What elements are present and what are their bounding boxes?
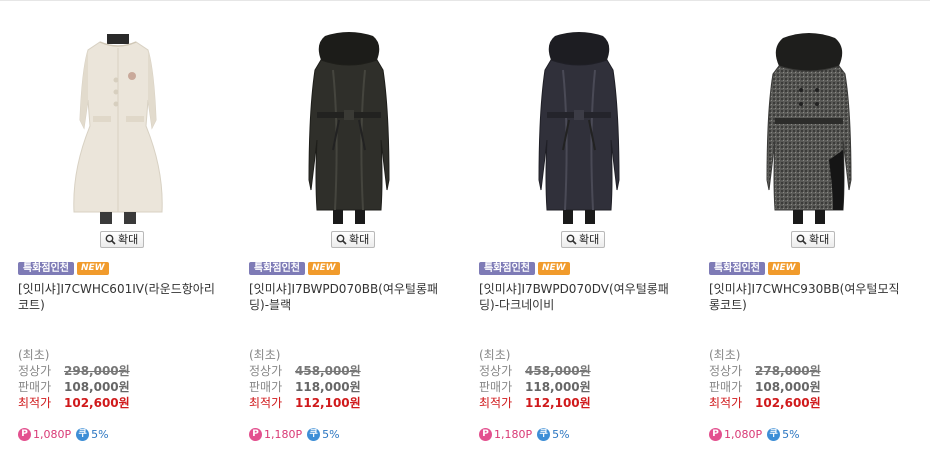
new-badge: NEW	[768, 262, 800, 275]
product-card: 확대 특화점인천 NEW [잇미샤]I7BWPD070BB(여우털롱패딩)-블랙 …	[249, 30, 449, 460]
zoom-label: 확대	[579, 233, 600, 246]
best-price: 112,100원	[295, 396, 361, 410]
badge-row: 특화점인천 NEW	[18, 262, 109, 275]
best-price: 112,100원	[525, 396, 591, 410]
sale-price-label: 판매가	[18, 380, 52, 394]
sale-price-label: 판매가	[479, 380, 513, 394]
best-price: 102,600원	[64, 396, 130, 410]
sale-price-label: 판매가	[709, 380, 743, 394]
benefit-row: P 1,180P 쿠 5%	[249, 428, 340, 442]
best-price-label: 최적가	[249, 396, 283, 410]
point-icon: P	[18, 428, 31, 441]
lowest-note: (최초)	[18, 348, 50, 362]
regular-price: 278,000원	[755, 364, 821, 378]
best-price-label: 최적가	[479, 396, 513, 410]
product-card: 확대 특화점인천 NEW [잇미샤]I7CWHC930BB(여우털모직롱코트) (…	[709, 30, 909, 460]
product-image[interactable]	[269, 30, 429, 226]
coupon-rate: 5%	[91, 428, 109, 441]
product-name-link[interactable]: [잇미샤]I7BWPD070BB(여우털롱패딩)-블랙	[249, 281, 449, 313]
coupon-icon: 쿠	[537, 428, 551, 441]
product-name-link[interactable]: [잇미샤]I7BWPD070DV(여우털롱패딩)-다크네이비	[479, 281, 679, 313]
product-image[interactable]	[38, 30, 198, 226]
new-badge: NEW	[308, 262, 340, 275]
sale-price-label: 판매가	[249, 380, 283, 394]
best-price: 102,600원	[755, 396, 821, 410]
coupon-rate: 5%	[322, 428, 340, 441]
recommend-badge: 특화점인천	[18, 262, 74, 275]
benefit-row: P 1,080P 쿠 5%	[18, 428, 109, 442]
coupon-icon: 쿠	[76, 428, 90, 441]
product-grid: 확대 특화점인천 NEW [잇미샤]I7CWHC601IV(라운드항아리코트) (…	[18, 30, 930, 460]
recommend-badge: 특화점인천	[479, 262, 535, 275]
zoom-button[interactable]: 확대	[100, 231, 145, 248]
point-amount: 1,180P	[264, 428, 303, 441]
best-price-label: 최적가	[709, 396, 743, 410]
product-image[interactable]	[729, 30, 889, 226]
regular-price-label: 정상가	[709, 364, 743, 378]
point-amount: 1,080P	[33, 428, 72, 441]
new-badge: NEW	[77, 262, 109, 275]
sale-price: 108,000원	[64, 380, 130, 394]
price-block: (최초) 정상가 458,000원 판매가 118,000원 최적가 112,100원	[249, 347, 449, 411]
magnifier-icon	[566, 234, 577, 245]
price-block: (최초) 정상가 458,000원 판매가 118,000원 최적가 112,100원	[479, 347, 679, 411]
product-card: 확대 특화점인천 NEW [잇미샤]I7CWHC601IV(라운드항아리코트) (…	[18, 30, 218, 460]
sale-price: 118,000원	[525, 380, 591, 394]
point-icon: P	[249, 428, 262, 441]
price-block: (최초) 정상가 298,000원 판매가 108,000원 최적가 102,600원	[18, 347, 218, 411]
point-icon: P	[709, 428, 722, 441]
product-name-link[interactable]: [잇미샤]I7CWHC930BB(여우털모직롱코트)	[709, 281, 909, 313]
sale-price: 108,000원	[755, 380, 821, 394]
zoom-button[interactable]: 확대	[331, 231, 376, 248]
point-amount: 1,180P	[494, 428, 533, 441]
benefit-row: P 1,180P 쿠 5%	[479, 428, 570, 442]
regular-price: 458,000원	[525, 364, 591, 378]
regular-price: 458,000원	[295, 364, 361, 378]
regular-price-label: 정상가	[479, 364, 513, 378]
sale-price: 118,000원	[295, 380, 361, 394]
new-badge: NEW	[538, 262, 570, 275]
product-card: 확대 특화점인천 NEW [잇미샤]I7BWPD070DV(여우털롱패딩)-다크네…	[479, 30, 679, 460]
zoom-label: 확대	[809, 233, 830, 246]
coupon-icon: 쿠	[767, 428, 781, 441]
product-name-link[interactable]: [잇미샤]I7CWHC601IV(라운드항아리코트)	[18, 281, 218, 313]
magnifier-icon	[796, 234, 807, 245]
top-divider	[0, 0, 930, 1]
point-icon: P	[479, 428, 492, 441]
benefit-row: P 1,080P 쿠 5%	[709, 428, 800, 442]
lowest-note: (최초)	[479, 348, 511, 362]
regular-price: 298,000원	[64, 364, 130, 378]
coupon-icon: 쿠	[307, 428, 321, 441]
badge-row: 특화점인천 NEW	[479, 262, 570, 275]
zoom-label: 확대	[349, 233, 370, 246]
zoom-button[interactable]: 확대	[791, 231, 836, 248]
badge-row: 특화점인천 NEW	[249, 262, 340, 275]
coupon-rate: 5%	[552, 428, 570, 441]
point-amount: 1,080P	[724, 428, 763, 441]
lowest-note: (최초)	[709, 348, 741, 362]
best-price-label: 최적가	[18, 396, 52, 410]
magnifier-icon	[105, 234, 116, 245]
recommend-badge: 특화점인천	[249, 262, 305, 275]
lowest-note: (최초)	[249, 348, 281, 362]
zoom-label: 확대	[118, 233, 139, 246]
coupon-rate: 5%	[782, 428, 800, 441]
price-block: (최초) 정상가 278,000원 판매가 108,000원 최적가 102,600원	[709, 347, 909, 411]
badge-row: 특화점인천 NEW	[709, 262, 800, 275]
regular-price-label: 정상가	[18, 364, 52, 378]
zoom-button[interactable]: 확대	[561, 231, 606, 248]
recommend-badge: 특화점인천	[709, 262, 765, 275]
product-image[interactable]	[499, 30, 659, 226]
regular-price-label: 정상가	[249, 364, 283, 378]
magnifier-icon	[336, 234, 347, 245]
